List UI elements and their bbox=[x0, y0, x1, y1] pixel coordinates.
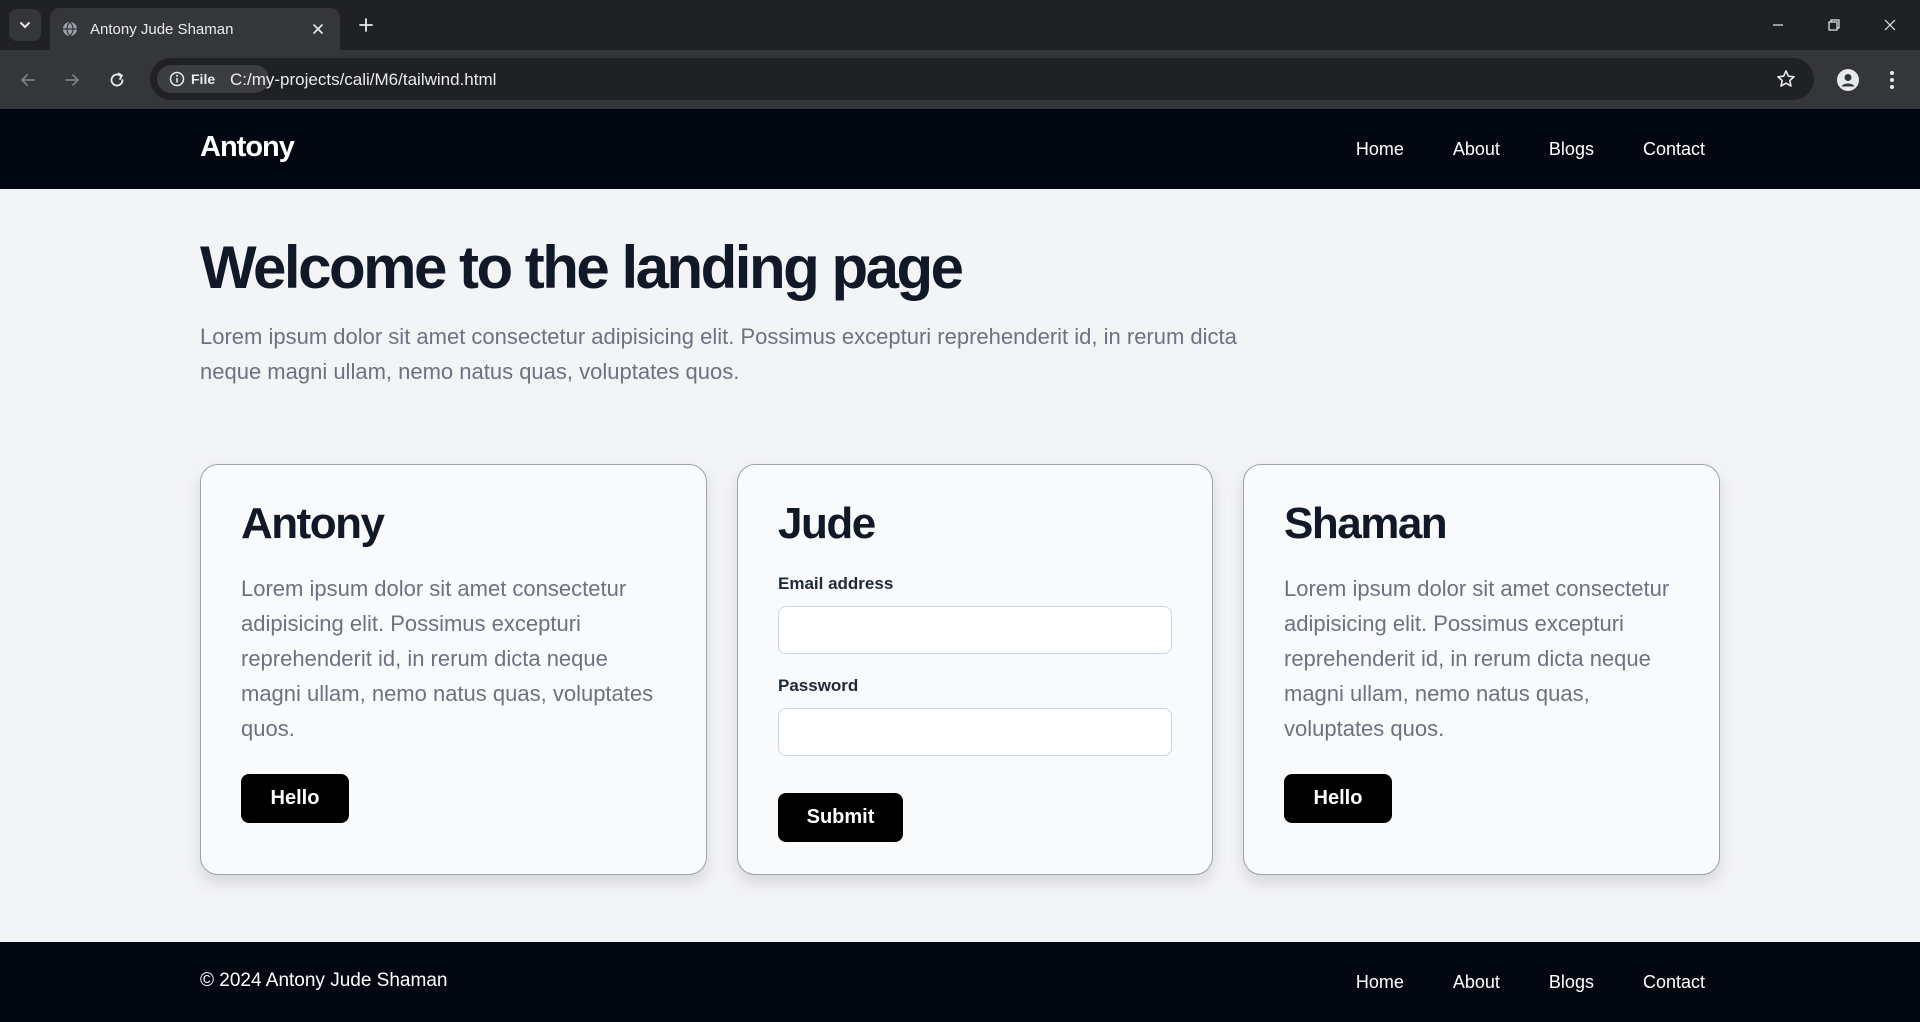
chevron-down-icon bbox=[20, 22, 30, 29]
site-header: Antony Home About Blogs Contact bbox=[0, 109, 1920, 189]
card-title: Shaman bbox=[1284, 499, 1448, 548]
footer-link-home[interactable]: Home bbox=[1356, 972, 1404, 993]
card-antony: Antony Lorem ipsum dolor sit amet consec… bbox=[200, 464, 707, 875]
bookmark-button[interactable] bbox=[1774, 67, 1798, 91]
hello-button[interactable]: Hello bbox=[241, 774, 349, 823]
back-icon bbox=[21, 74, 35, 86]
restore-icon bbox=[1828, 19, 1840, 31]
nav-link-blogs[interactable]: Blogs bbox=[1549, 139, 1594, 160]
plus-icon bbox=[359, 18, 373, 32]
chip-label: File bbox=[191, 71, 216, 87]
card-shaman: Shaman Lorem ipsum dolor sit amet consec… bbox=[1243, 464, 1720, 875]
forward-icon bbox=[65, 74, 79, 86]
footer-link-contact[interactable]: Contact bbox=[1643, 972, 1705, 993]
page-content: Antony Home About Blogs Contact Welcome … bbox=[0, 109, 1920, 1022]
card-title: Jude bbox=[778, 499, 876, 548]
star-icon bbox=[1777, 70, 1795, 87]
more-icon bbox=[1890, 71, 1894, 89]
hello-button[interactable]: Hello bbox=[1284, 774, 1392, 823]
address-bar[interactable]: File C:/my-projects/cali/M6/tailwind.htm… bbox=[150, 58, 1814, 100]
browser-tab[interactable]: Antony Jude Shaman bbox=[50, 8, 340, 50]
hero-description: Lorem ipsum dolor sit amet consectetur a… bbox=[200, 324, 1237, 384]
reload-icon bbox=[110, 72, 124, 87]
email-label: Email address bbox=[778, 574, 894, 593]
header-nav: Home About Blogs Contact bbox=[1356, 109, 1705, 189]
card-text: Lorem ipsum dolor sit amet consectetur a… bbox=[241, 576, 654, 741]
nav-link-about[interactable]: About bbox=[1453, 139, 1500, 160]
profile-icon bbox=[1837, 69, 1859, 91]
footer-link-about[interactable]: About bbox=[1453, 972, 1500, 993]
nav-link-home[interactable]: Home bbox=[1356, 139, 1404, 160]
close-window-button[interactable] bbox=[1862, 0, 1918, 50]
minimize-icon bbox=[1773, 24, 1783, 26]
footer-link-blogs[interactable]: Blogs bbox=[1549, 972, 1594, 993]
card-text: Lorem ipsum dolor sit amet consectetur a… bbox=[1284, 576, 1670, 741]
new-tab-button[interactable] bbox=[352, 11, 380, 39]
minimize-button[interactable] bbox=[1750, 0, 1806, 50]
nav-link-contact[interactable]: Contact bbox=[1643, 139, 1705, 160]
globe-icon bbox=[63, 21, 77, 37]
site-brand[interactable]: Antony bbox=[200, 131, 295, 164]
browser-toolbar: File C:/my-projects/cali/M6/tailwind.htm… bbox=[0, 50, 1920, 109]
restore-button[interactable] bbox=[1806, 0, 1862, 50]
site-footer: © 2024 Antony Jude Shaman Home About Blo… bbox=[0, 942, 1920, 1022]
card-title: Antony bbox=[241, 499, 385, 548]
close-icon bbox=[313, 24, 323, 34]
info-icon bbox=[169, 71, 185, 87]
tab-search-button[interactable] bbox=[9, 9, 41, 41]
browser-menu-button[interactable] bbox=[1878, 64, 1906, 96]
copyright-text: © 2024 Antony Jude Shaman bbox=[200, 970, 448, 991]
page-title: Welcome to the landing page bbox=[200, 234, 964, 301]
tab-title: Antony Jude Shaman bbox=[90, 21, 234, 38]
footer-nav: Home About Blogs Contact bbox=[1356, 942, 1705, 1022]
reload-button[interactable] bbox=[101, 64, 133, 96]
close-icon bbox=[1884, 19, 1896, 31]
forward-button[interactable] bbox=[56, 64, 88, 96]
close-tab-button[interactable] bbox=[306, 17, 330, 41]
password-label: Password bbox=[778, 676, 859, 695]
submit-button[interactable]: Submit bbox=[778, 793, 903, 842]
profile-button[interactable] bbox=[1832, 64, 1864, 96]
url-text[interactable]: C:/my-projects/cali/M6/tailwind.html bbox=[230, 70, 496, 90]
back-button[interactable] bbox=[12, 64, 44, 96]
card-jude: Jude Email address Password Submit bbox=[737, 464, 1213, 875]
email-field[interactable] bbox=[778, 606, 1172, 654]
password-field[interactable] bbox=[778, 708, 1172, 756]
browser-tab-strip: Antony Jude Shaman bbox=[0, 0, 1920, 50]
